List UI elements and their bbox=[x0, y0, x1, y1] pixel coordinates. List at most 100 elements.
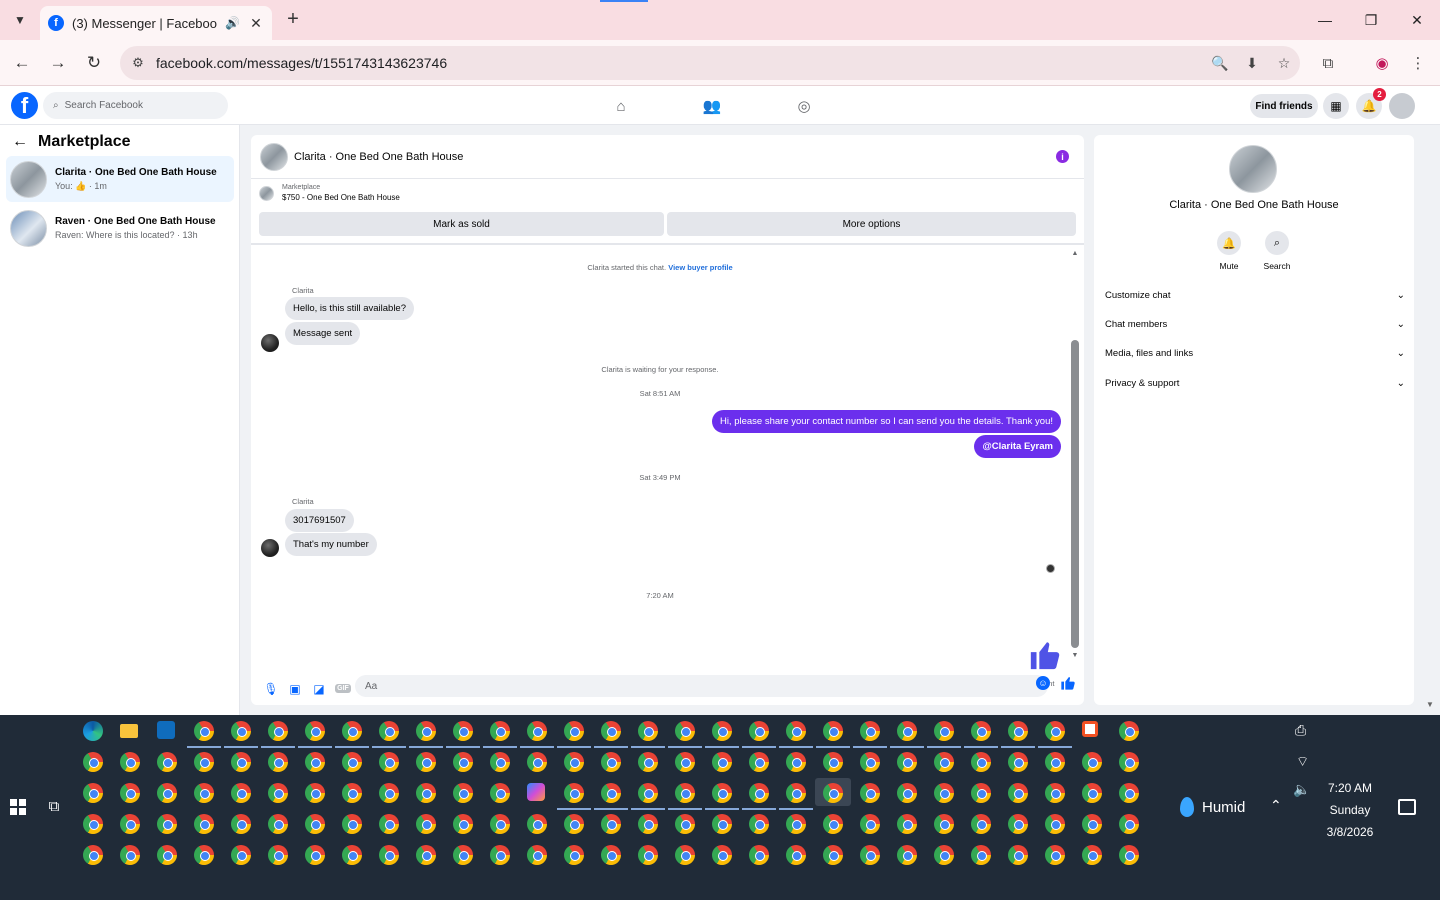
chrome-taskbar-icon[interactable] bbox=[268, 752, 288, 772]
weather-widget[interactable]: Humid bbox=[1180, 797, 1245, 817]
chrome-taskbar-icon[interactable] bbox=[712, 814, 732, 834]
chrome-taskbar-icon[interactable] bbox=[342, 752, 362, 772]
chrome-taskbar-icon[interactable] bbox=[490, 752, 510, 772]
chrome-taskbar-icon[interactable] bbox=[194, 845, 214, 865]
chrome-taskbar-icon[interactable] bbox=[860, 845, 880, 865]
chrome-taskbar-icon[interactable] bbox=[705, 721, 739, 748]
chrome-taskbar-icon[interactable] bbox=[379, 814, 399, 834]
chrome-taskbar-icon[interactable] bbox=[557, 783, 591, 810]
restore-icon[interactable]: ❐ bbox=[1356, 8, 1386, 32]
chrome-taskbar-icon[interactable] bbox=[372, 721, 406, 748]
chrome-taskbar-icon[interactable] bbox=[416, 845, 436, 865]
chrome-taskbar-icon[interactable] bbox=[742, 721, 776, 748]
chrome-taskbar-icon[interactable] bbox=[897, 783, 917, 803]
chrome-taskbar-icon[interactable] bbox=[268, 783, 288, 803]
chrome-taskbar-icon[interactable] bbox=[668, 783, 702, 810]
chrome-taskbar-icon[interactable] bbox=[749, 845, 769, 865]
chat-scrollbar[interactable]: ▲ ▼ bbox=[1070, 250, 1080, 665]
chrome-taskbar-icon[interactable] bbox=[638, 845, 658, 865]
chrome-taskbar-icon[interactable] bbox=[335, 721, 369, 748]
chrome-taskbar-icon[interactable] bbox=[120, 752, 140, 772]
chrome-taskbar-icon[interactable] bbox=[490, 845, 510, 865]
chrome-taskbar-icon[interactable] bbox=[971, 752, 991, 772]
chrome-taskbar-icon[interactable] bbox=[594, 721, 628, 748]
groups-icon[interactable]: ◎ bbox=[793, 95, 815, 117]
facebook-logo-icon[interactable]: f bbox=[11, 92, 38, 119]
outgoing-message[interactable]: Hi, please share your contact number so … bbox=[711, 410, 1061, 433]
volume-icon[interactable]: 🔈 bbox=[1293, 781, 1310, 798]
chrome-taskbar-icon[interactable] bbox=[1119, 845, 1139, 865]
chrome-taskbar-icon[interactable] bbox=[83, 845, 103, 865]
chrome-taskbar-icon[interactable] bbox=[453, 783, 473, 803]
chrome-taskbar-icon[interactable] bbox=[120, 783, 140, 803]
chrome-taskbar-icon[interactable] bbox=[453, 752, 473, 772]
chrome-taskbar-icon[interactable] bbox=[601, 845, 621, 865]
chrome-taskbar-icon[interactable] bbox=[1045, 814, 1065, 834]
chrome-taskbar-icon[interactable] bbox=[860, 814, 880, 834]
conversation-item[interactable]: Raven · One Bed One Bath House Raven: Wh… bbox=[6, 205, 234, 251]
listing-summary[interactable]: Marketplace $750 - One Bed One Bath Hous… bbox=[259, 184, 400, 202]
chrome-taskbar-icon[interactable] bbox=[860, 783, 880, 803]
chrome-taskbar-icon[interactable] bbox=[305, 783, 325, 803]
search-conversation-button[interactable]: ⌕ Search bbox=[1253, 231, 1301, 271]
chrome-taskbar-icon[interactable] bbox=[934, 783, 954, 803]
show-hidden-icons-chevron-icon[interactable]: ⌃ bbox=[1270, 797, 1282, 814]
conversation-item[interactable]: Clarita · One Bed One Bath House You: 👍 … bbox=[6, 156, 234, 202]
chrome-taskbar-icon[interactable] bbox=[1119, 814, 1139, 834]
chrome-taskbar-icon[interactable] bbox=[120, 845, 140, 865]
chat-title[interactable]: Clarita · One Bed One Bath House bbox=[294, 151, 463, 163]
scroll-thumb[interactable] bbox=[1071, 340, 1079, 648]
chrome-taskbar-icon[interactable] bbox=[675, 845, 695, 865]
minimize-icon[interactable]: — bbox=[1310, 8, 1340, 32]
chrome-taskbar-icon[interactable] bbox=[342, 845, 362, 865]
chrome-taskbar-icon[interactable] bbox=[1008, 783, 1028, 803]
chrome-taskbar-icon[interactable] bbox=[268, 845, 288, 865]
chrome-taskbar-icon[interactable] bbox=[1038, 721, 1072, 748]
chrome-taskbar-icon[interactable] bbox=[1008, 814, 1028, 834]
chrome-taskbar-icon[interactable] bbox=[305, 752, 325, 772]
chrome-taskbar-icon[interactable] bbox=[453, 814, 473, 834]
chrome-taskbar-icon[interactable] bbox=[934, 752, 954, 772]
message-input[interactable]: Aa bbox=[355, 675, 1048, 697]
chrome-taskbar-icon[interactable] bbox=[157, 752, 177, 772]
chrome-taskbar-icon[interactable] bbox=[1008, 752, 1028, 772]
sender-avatar[interactable] bbox=[261, 334, 279, 352]
menu-grid-icon[interactable]: ▦ bbox=[1323, 93, 1349, 119]
more-options-button[interactable]: More options bbox=[667, 212, 1076, 236]
chrome-taskbar-icon[interactable] bbox=[964, 721, 998, 748]
gif-icon[interactable]: GIF bbox=[331, 677, 355, 701]
chrome-taskbar-icon[interactable] bbox=[897, 814, 917, 834]
account-avatar[interactable] bbox=[1389, 93, 1415, 119]
friends-icon[interactable]: 👥 bbox=[701, 95, 723, 117]
edge-taskbar-icon[interactable] bbox=[83, 721, 103, 741]
window-close-icon[interactable]: ✕ bbox=[1402, 8, 1432, 32]
scroll-up-arrow-icon[interactable]: ▲ bbox=[1070, 250, 1080, 257]
like-button-icon[interactable] bbox=[1060, 675, 1076, 691]
chrome-taskbar-icon[interactable] bbox=[231, 752, 251, 772]
chrome-taskbar-icon[interactable] bbox=[823, 845, 843, 865]
chrome-taskbar-icon[interactable] bbox=[934, 845, 954, 865]
outlook-taskbar-icon[interactable] bbox=[157, 721, 175, 739]
incoming-message[interactable]: Message sent bbox=[285, 322, 361, 345]
chrome-taskbar-icon[interactable] bbox=[1119, 783, 1139, 803]
chrome-taskbar-icon[interactable] bbox=[268, 814, 288, 834]
bookmark-star-icon[interactable]: ☆ bbox=[1268, 55, 1300, 72]
chrome-taskbar-icon[interactable] bbox=[194, 814, 214, 834]
chrome-taskbar-icon[interactable] bbox=[971, 814, 991, 834]
sender-avatar[interactable] bbox=[261, 539, 279, 557]
browser-menu-icon[interactable]: ⋮ bbox=[1406, 51, 1430, 75]
chrome-taskbar-icon[interactable] bbox=[379, 752, 399, 772]
facebook-search-input[interactable]: ⌕ Search Facebook bbox=[43, 92, 228, 119]
chrome-taskbar-icon[interactable] bbox=[379, 783, 399, 803]
chrome-taskbar-icon[interactable] bbox=[601, 814, 621, 834]
chrome-taskbar-icon[interactable] bbox=[668, 721, 702, 748]
chrome-taskbar-icon[interactable] bbox=[416, 783, 436, 803]
chrome-taskbar-icon[interactable] bbox=[675, 752, 695, 772]
chrome-taskbar-icon[interactable] bbox=[1082, 752, 1102, 772]
system-clock[interactable]: 7:20 AM Sunday 3/8/2026 bbox=[1315, 777, 1385, 843]
chrome-taskbar-icon[interactable] bbox=[1001, 721, 1035, 748]
chrome-taskbar-icon[interactable] bbox=[231, 783, 251, 803]
chrome-taskbar-icon[interactable] bbox=[527, 845, 547, 865]
chrome-taskbar-icon[interactable] bbox=[1045, 783, 1065, 803]
chrome-taskbar-icon[interactable] bbox=[305, 845, 325, 865]
